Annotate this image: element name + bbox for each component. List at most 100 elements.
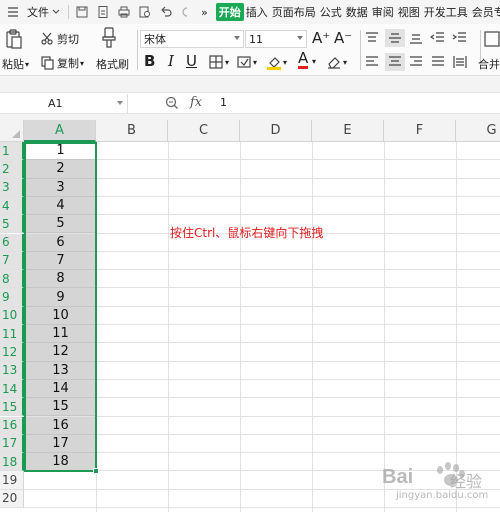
fill-color-button[interactable]: ▾: [266, 54, 287, 70]
row-header[interactable]: 7: [0, 251, 24, 271]
bold-button[interactable]: B: [144, 52, 155, 70]
clear-button[interactable]: ▾: [326, 54, 347, 70]
hamburger-icon[interactable]: [4, 3, 22, 21]
row-header[interactable]: 12: [0, 343, 24, 362]
row-header[interactable]: 15: [0, 398, 24, 417]
function-icon[interactable]: fx: [190, 95, 202, 110]
chevron-down-icon[interactable]: [117, 101, 123, 105]
export-pdf-icon[interactable]: [94, 3, 112, 21]
font-size-select[interactable]: 11: [245, 30, 307, 48]
align-right-button[interactable]: [408, 55, 424, 69]
name-box[interactable]: A1: [0, 94, 128, 113]
tab-developer[interactable]: 开发工具: [422, 4, 470, 20]
borders-button[interactable]: ▾: [208, 54, 229, 70]
formula-input[interactable]: 1: [220, 96, 227, 109]
row-header[interactable]: 10: [0, 306, 24, 325]
print-icon[interactable]: [115, 3, 133, 21]
chevron-down-icon[interactable]: ▾: [312, 57, 316, 66]
paste-button[interactable]: 粘贴 ▾: [2, 56, 29, 72]
font-color-button[interactable]: A: [298, 51, 309, 69]
row-header[interactable]: 6: [0, 233, 24, 252]
row-header[interactable]: 13: [0, 361, 24, 380]
tab-member[interactable]: 会员专享: [470, 4, 500, 20]
cell-a3[interactable]: 3: [25, 178, 96, 197]
cell-a14[interactable]: 14: [25, 379, 96, 399]
align-top-button[interactable]: [364, 31, 380, 45]
merge-button[interactable]: 合并: [478, 56, 500, 72]
align-left-button[interactable]: [364, 55, 380, 69]
cell-a12[interactable]: 12: [25, 343, 96, 362]
cell-a7[interactable]: 7: [25, 251, 96, 271]
align-center-button[interactable]: [385, 53, 405, 71]
spreadsheet-grid[interactable]: A B C D E F G 1 1 2 2 3 3 4 4 5 5 6 6 7 7 8 8 9 9 10 10 11 11…: [0, 120, 500, 512]
fill-handle[interactable]: [93, 468, 99, 475]
row-header[interactable]: 16: [0, 416, 24, 435]
align-middle-button[interactable]: [385, 29, 405, 47]
row-header[interactable]: 2: [0, 160, 24, 179]
chevron-down-icon[interactable]: [51, 3, 61, 21]
cell-a2[interactable]: 2: [25, 160, 96, 179]
save-icon[interactable]: [73, 3, 91, 21]
print-preview-icon[interactable]: [136, 3, 154, 21]
row-header[interactable]: 19: [0, 471, 24, 490]
cut-button[interactable]: 剪切: [40, 31, 79, 47]
select-all-corner[interactable]: [0, 120, 24, 142]
cell-a10[interactable]: 10: [25, 306, 96, 325]
cell-a4[interactable]: 4: [25, 196, 96, 216]
format-painter-button[interactable]: 格式刷: [96, 56, 129, 72]
increase-font-button[interactable]: A⁺: [312, 29, 330, 47]
italic-button[interactable]: I: [168, 52, 174, 70]
column-header-g[interactable]: G: [456, 120, 500, 142]
chevron-down-icon[interactable]: ▾: [80, 59, 84, 68]
cell-a5[interactable]: 5: [25, 215, 96, 234]
more-commands-icon[interactable]: »: [199, 6, 210, 19]
row-header[interactable]: 18: [0, 453, 24, 472]
cell-a6[interactable]: 6: [25, 233, 96, 252]
cell-a17[interactable]: 17: [25, 434, 96, 454]
row-header[interactable]: 9: [0, 288, 24, 307]
column-header-e[interactable]: E: [312, 120, 384, 142]
zoom-icon[interactable]: [165, 96, 179, 110]
cell-a15[interactable]: 15: [25, 398, 96, 417]
copy-button[interactable]: 复制 ▾: [40, 55, 84, 71]
row-header[interactable]: 1: [0, 142, 24, 161]
redo-icon[interactable]: [178, 3, 196, 21]
decrease-indent-button[interactable]: [430, 31, 446, 45]
tab-home[interactable]: 开始: [215, 3, 244, 21]
tab-data[interactable]: 数据: [344, 4, 370, 20]
cell-a13[interactable]: 13: [25, 361, 96, 380]
underline-button[interactable]: U: [186, 52, 197, 70]
row-header[interactable]: 14: [0, 379, 24, 399]
cell-a18[interactable]: 18: [25, 453, 96, 472]
distributed-button[interactable]: [452, 55, 468, 69]
undo-icon[interactable]: [157, 3, 175, 21]
tab-insert[interactable]: 插入: [244, 4, 270, 20]
row-header[interactable]: 5: [0, 215, 24, 234]
cell-a16[interactable]: 16: [25, 416, 96, 435]
cell-a9[interactable]: 9: [25, 288, 96, 307]
tab-view[interactable]: 视图: [396, 4, 422, 20]
increase-indent-button[interactable]: [452, 31, 468, 45]
font-name-select[interactable]: 宋体: [140, 30, 244, 48]
row-header[interactable]: 20: [0, 489, 24, 508]
tab-page-layout[interactable]: 页面布局: [270, 4, 318, 20]
row-header[interactable]: 8: [0, 270, 24, 289]
merge-cells-icon[interactable]: [484, 30, 500, 48]
cell-a1[interactable]: 1: [25, 142, 96, 161]
chevron-down-icon[interactable]: ▾: [25, 60, 29, 69]
paste-icon[interactable]: [4, 28, 24, 50]
brush-icon[interactable]: [100, 27, 118, 49]
file-menu[interactable]: 文件: [25, 4, 51, 20]
cell-a8[interactable]: 8: [25, 270, 96, 289]
column-header-b[interactable]: B: [96, 120, 168, 142]
row-header[interactable]: 11: [0, 325, 24, 344]
decrease-font-button[interactable]: A⁻: [334, 29, 352, 47]
row-header[interactable]: 3: [0, 178, 24, 197]
column-header-f[interactable]: F: [384, 120, 456, 142]
column-header-d[interactable]: D: [240, 120, 312, 142]
row-header[interactable]: 4: [0, 196, 24, 216]
align-bottom-button[interactable]: [408, 31, 424, 45]
row-header[interactable]: 17: [0, 434, 24, 454]
justify-button[interactable]: [430, 55, 446, 69]
column-header-c[interactable]: C: [168, 120, 240, 142]
